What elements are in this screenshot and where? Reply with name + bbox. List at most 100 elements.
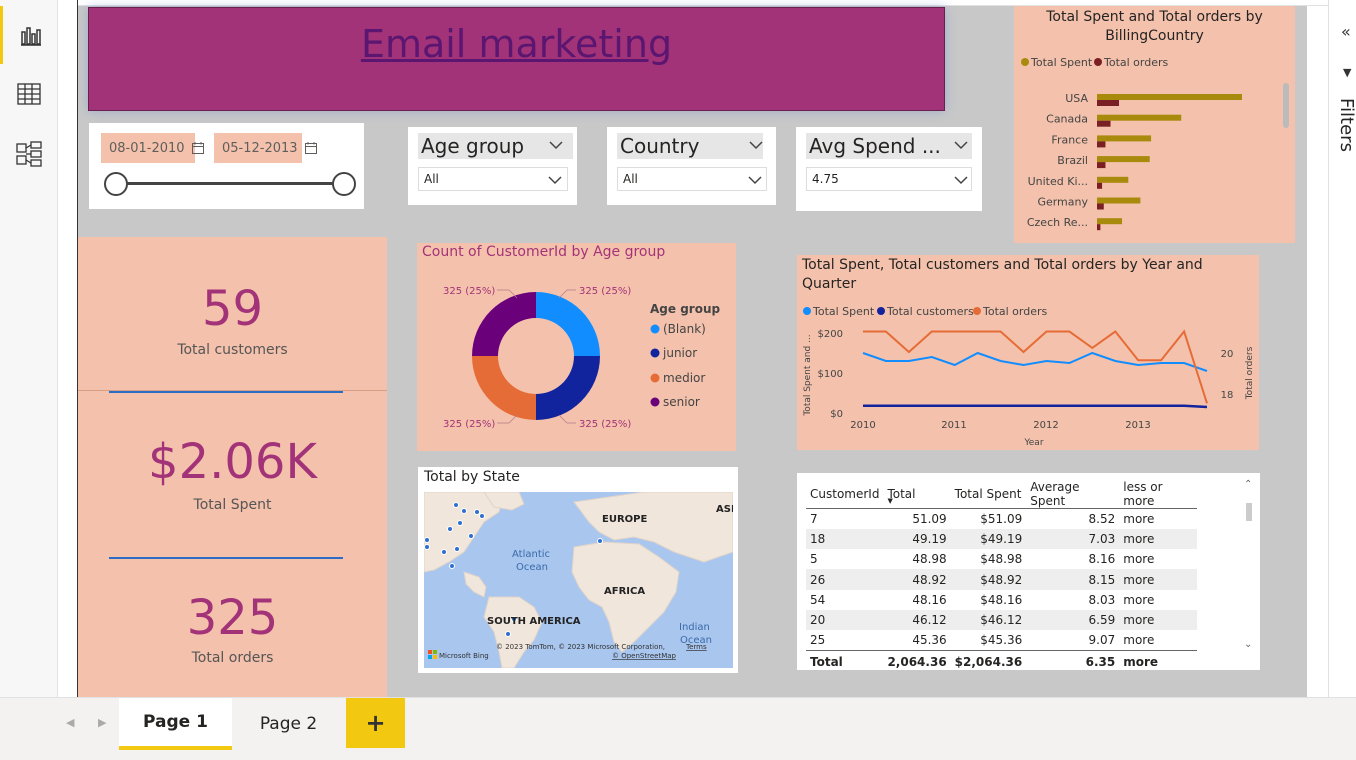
add-page-button[interactable]: + (346, 698, 405, 748)
table-header-row: CustomerId Total ▼ Total Spent Average S… (806, 480, 1198, 509)
bar-total-orders[interactable] (1097, 182, 1103, 189)
slicer-value[interactable]: 4.75 (806, 167, 972, 191)
legend-item[interactable]: Total orders (1103, 56, 1169, 69)
column-header[interactable]: Total ▼ (883, 480, 951, 509)
donut-slice[interactable] (536, 356, 600, 420)
scroll-down-icon[interactable]: ⌄ (1244, 639, 1252, 650)
date-slider-start-handle[interactable] (104, 172, 128, 196)
map-osm-link[interactable]: © OpenStreetMap (612, 652, 677, 660)
legend-item[interactable]: senior (663, 395, 700, 409)
legend-item[interactable]: Total Spent (812, 305, 875, 318)
series-line[interactable] (863, 404, 1208, 409)
tab-page-1[interactable]: Page 1 (119, 698, 232, 750)
filters-label[interactable]: Filters (1336, 98, 1356, 152)
bar-total-orders[interactable] (1097, 120, 1111, 127)
donut-slice[interactable] (472, 292, 536, 356)
table-row[interactable]: 54 48.16 $48.16 8.03 more (806, 590, 1197, 610)
donut-chart[interactable]: 325 (25%) 325 (25%) 325 (25%) 325 (25%) … (417, 243, 736, 451)
series-line[interactable] (862, 351, 1208, 372)
kpi-total-customers-value: 59 (201, 281, 264, 337)
filters-pane[interactable]: « ▼ Filters (1328, 0, 1356, 697)
bar-total-orders[interactable] (1097, 141, 1106, 148)
chevron-down-icon[interactable] (748, 176, 762, 185)
calendar-icon[interactable] (301, 133, 321, 163)
column-header[interactable]: CustomerId (806, 480, 884, 509)
table-row[interactable]: 26 48.92 $48.92 8.15 more (806, 569, 1198, 590)
bar-total-spent[interactable] (1097, 94, 1242, 100)
scrollbar-thumb[interactable] (1283, 83, 1289, 128)
slicer-value[interactable]: All (617, 167, 767, 191)
start-date-input[interactable]: 08-01-2010 (101, 133, 195, 163)
page-title-link[interactable]: Email marketing (361, 22, 672, 110)
chevron-down-icon[interactable] (548, 176, 562, 185)
legend-item[interactable]: Total customers (886, 305, 974, 318)
model-view-button[interactable] (0, 125, 58, 183)
donut-slice[interactable] (472, 356, 536, 420)
cell: more (1123, 633, 1155, 648)
chevron-down-icon[interactable] (549, 141, 563, 150)
chevron-down-icon[interactable] (954, 176, 968, 185)
date-slider-end-handle[interactable] (332, 172, 356, 196)
chevron-down-icon[interactable] (749, 141, 763, 150)
bar-total-spent[interactable] (1097, 176, 1129, 183)
date-range-slicer[interactable]: 08-01-2010 05-12-2013 (89, 123, 364, 209)
table-scrollbar[interactable]: ⌃ ⌄ (1244, 479, 1254, 651)
donut-slice[interactable] (536, 292, 600, 356)
bar-total-spent[interactable] (1097, 218, 1123, 225)
map-terms-link[interactable]: Terms (685, 643, 707, 651)
column-header[interactable]: less or more (1119, 480, 1198, 509)
table-row[interactable]: 25 45.36 $45.36 9.07 more (806, 630, 1197, 650)
table-row[interactable]: 7 51.09 $51.09 8.52 more (806, 509, 1197, 529)
bar-chart-panel[interactable]: Total Spent and Total orders by BillingC… (1014, 6, 1295, 243)
legend-item[interactable]: Total orders (982, 305, 1048, 318)
series-line[interactable] (863, 329, 1208, 404)
column-header[interactable]: Total Spent (950, 480, 1027, 509)
table-row[interactable]: 18 49.19 $49.19 7.03 more (806, 528, 1198, 550)
next-page-icon[interactable]: ▶ (98, 716, 106, 729)
table-view-button[interactable] (0, 65, 58, 123)
bar-total-orders[interactable] (1097, 203, 1104, 210)
line-chart[interactable]: Total Spent Total customers Total orders… (797, 255, 1259, 450)
scroll-up-icon[interactable]: ⌃ (1244, 479, 1252, 490)
cell: 6.59 (1026, 609, 1120, 631)
date-slider-track[interactable] (115, 182, 343, 185)
end-date-input[interactable]: 05-12-2013 (214, 133, 302, 163)
table-row[interactable]: 5 48.98 $48.98 8.16 more (806, 549, 1197, 569)
legend-item[interactable]: Total Spent (1030, 56, 1093, 69)
bar-total-orders[interactable] (1097, 162, 1106, 169)
cell: more (1123, 592, 1155, 607)
scrollbar-thumb[interactable] (1246, 503, 1252, 521)
cell: 51.09 (912, 511, 947, 526)
bar-total-spent[interactable] (1097, 197, 1141, 204)
world-map[interactable]: EUROPE ASI Atlantic Ocean AFRICA SOUTH A… (424, 492, 733, 668)
column-header[interactable]: Average Spent (1026, 480, 1120, 509)
data-table[interactable]: CustomerId Total ▼ Total Spent Average S… (806, 480, 1198, 673)
chevron-down-icon[interactable] (954, 141, 968, 150)
report-view-button[interactable] (0, 6, 58, 64)
bar-total-orders[interactable] (1097, 224, 1101, 231)
slice-label: 325 (25%) (443, 419, 495, 430)
tab-page-2[interactable]: Page 2 (232, 698, 345, 750)
cell: 8.52 (1088, 511, 1116, 526)
map-panel[interactable]: Total by State EUROPE ASI Atlantic Ocean… (418, 467, 738, 673)
prev-page-icon[interactable]: ◀ (66, 716, 74, 729)
bar-total-spent[interactable] (1097, 135, 1152, 142)
calendar-icon[interactable] (188, 133, 208, 163)
legend-item[interactable]: medior (663, 371, 705, 385)
line-chart-panel[interactable]: Total Spent, Total customers and Total o… (797, 255, 1259, 450)
table-row[interactable]: 20 46.12 $46.12 6.59 more (806, 609, 1198, 631)
sort-desc-icon[interactable]: ▼ (887, 497, 892, 505)
bar-total-spent[interactable] (1097, 114, 1182, 121)
slicer-value[interactable]: All (418, 167, 568, 191)
cell: more (1123, 552, 1155, 567)
legend-item[interactable]: (Blank) (663, 322, 706, 336)
expand-pane-icon[interactable]: « (1341, 22, 1351, 41)
bar-total-spent[interactable] (1097, 156, 1150, 163)
legend-item[interactable]: junior (662, 346, 697, 360)
country-slicer[interactable]: Country All (607, 127, 776, 205)
avg-spend-slicer[interactable]: Avg Spend ... 4.75 (796, 127, 982, 211)
bar-chart[interactable]: Total Spent Total orders USA Canada France… (1014, 6, 1295, 243)
age-group-slicer[interactable]: Age group All (408, 127, 577, 205)
donut-chart-panel[interactable]: Count of CustomerId by Age group 325 (25… (417, 243, 736, 451)
bar-total-orders[interactable] (1097, 100, 1119, 106)
